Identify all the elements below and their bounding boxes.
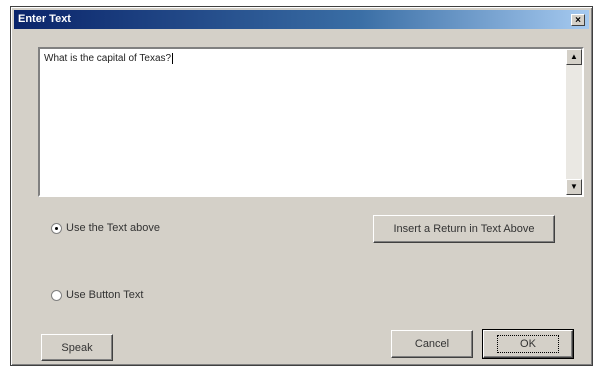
use-text-option[interactable]: Use the Text above [51,222,160,234]
vertical-scrollbar[interactable]: ▲ ▼ [566,49,582,195]
window-title: Enter Text [18,13,71,25]
ok-label: OK [520,338,536,350]
insert-return-button[interactable]: Insert a Return in Text Above [373,215,555,243]
insert-return-label: Insert a Return in Text Above [393,223,535,235]
title-bar[interactable]: Enter Text × [14,10,589,29]
close-icon: × [575,15,581,26]
text-input-area[interactable]: What is the capital of Texas? ▲ ▼ [38,47,584,197]
close-button[interactable]: × [571,14,585,26]
use-button-radio[interactable] [51,289,62,301]
scroll-down-icon: ▼ [570,182,578,191]
enter-text-dialog: Enter Text × What is the capital of Texa… [10,6,593,366]
ok-button[interactable]: OK [482,329,574,359]
text-caret [172,53,174,64]
cancel-label: Cancel [414,338,450,350]
text-content[interactable]: What is the capital of Texas? [44,53,562,193]
text-value: What is the capital of Texas? [44,53,172,65]
use-button-text-option[interactable]: Use Button Text [51,289,143,301]
scroll-up-icon: ▲ [570,52,578,61]
speak-button[interactable]: Speak [41,334,113,361]
cancel-button[interactable]: Cancel [391,330,473,358]
scroll-down-button[interactable]: ▼ [566,179,582,195]
use-text-radio[interactable] [51,222,62,234]
use-text-label: Use the Text above [66,222,160,234]
scroll-up-button[interactable]: ▲ [566,49,582,65]
use-button-label: Use Button Text [66,289,144,301]
speak-label: Speak [61,341,93,354]
ok-focus-rect: OK [497,335,559,353]
